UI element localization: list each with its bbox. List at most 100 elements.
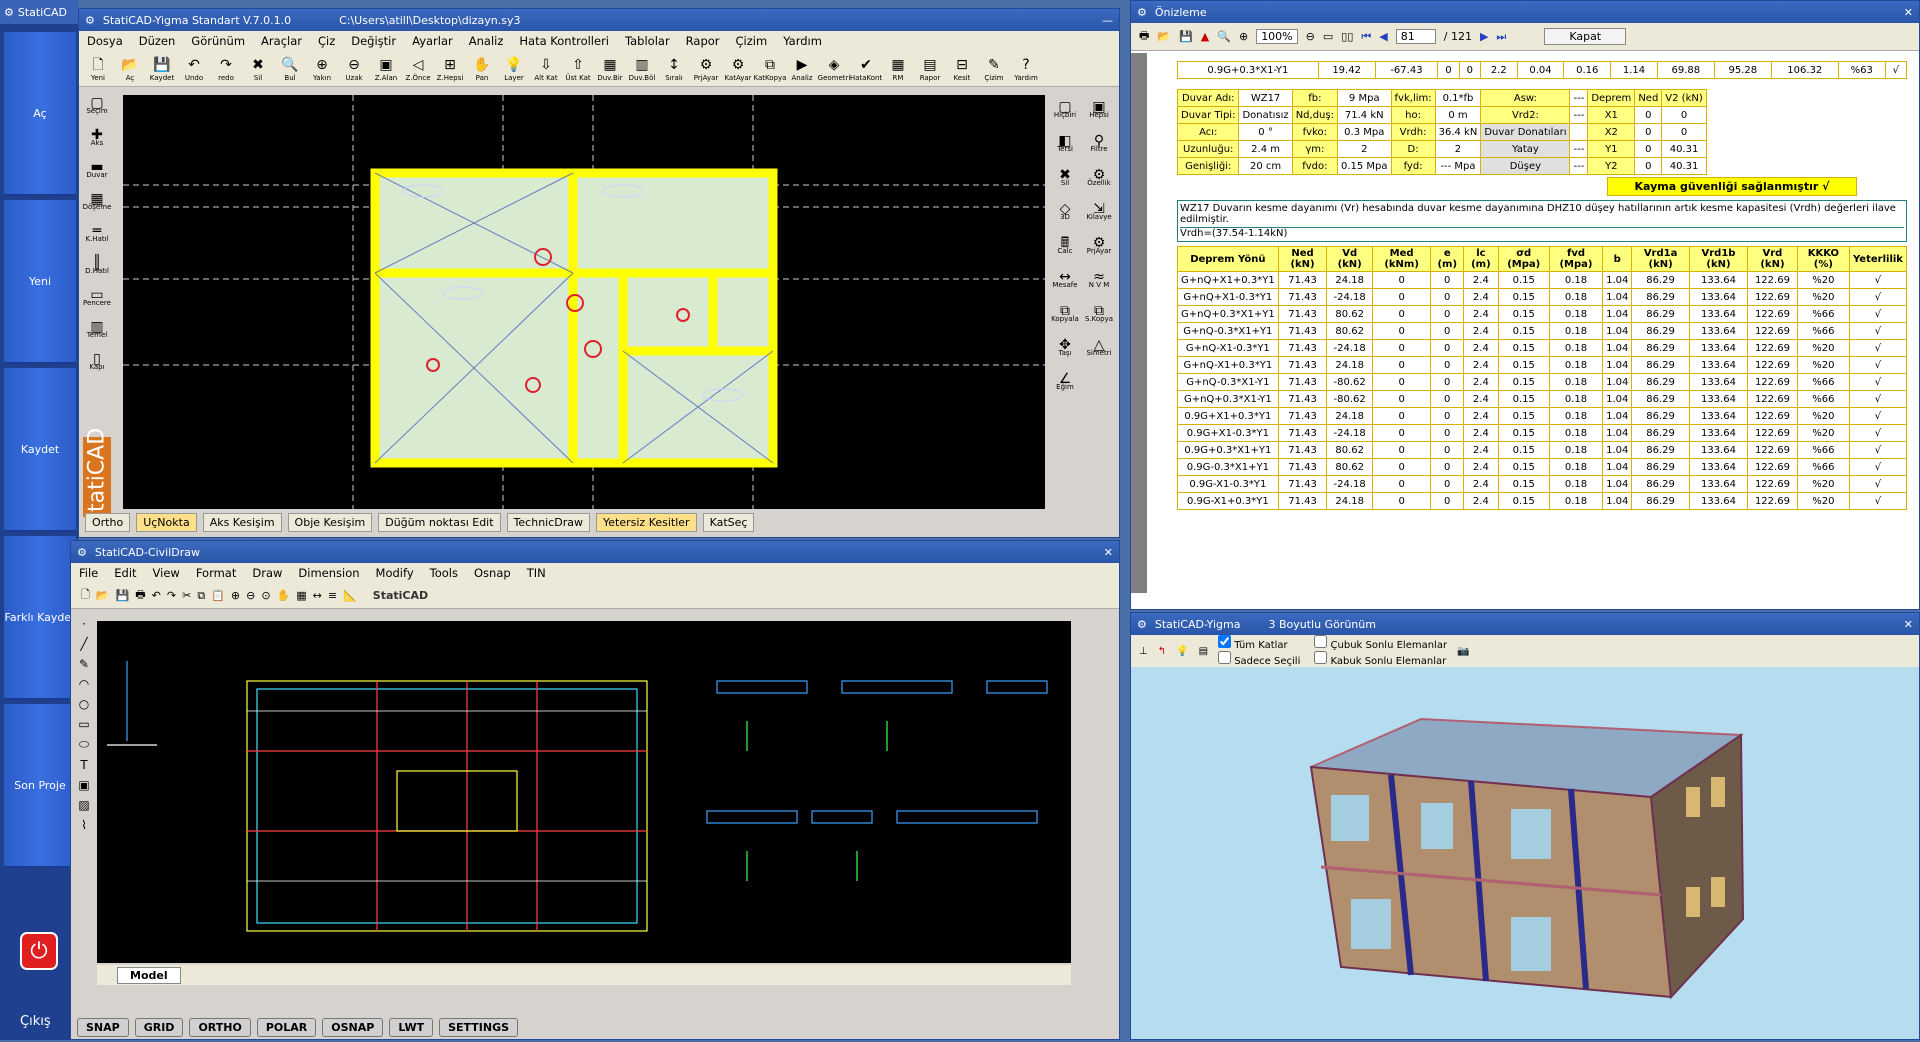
line-weight-icon[interactable]: ≡: [328, 589, 337, 602]
right-tool-14[interactable]: ✥ Taşı: [1051, 333, 1079, 365]
hatch-icon[interactable]: ▨: [78, 798, 89, 812]
circle-icon[interactable]: ○: [79, 697, 89, 711]
redo-icon[interactable]: ↷: [167, 589, 176, 602]
power-icon[interactable]: ⏻: [20, 932, 58, 970]
pan-icon[interactable]: ✋: [277, 589, 291, 602]
open-icon[interactable]: 📂: [96, 589, 110, 602]
right-tool-13[interactable]: ⧉ S.Kopya: [1085, 299, 1113, 331]
view3d-canvas[interactable]: [1131, 667, 1919, 1039]
snap-option-6[interactable]: Yetersiz Kesitler: [596, 512, 697, 532]
left-tool-2[interactable]: ▬ Duvar: [83, 155, 111, 187]
light-icon[interactable]: 💡: [1176, 646, 1188, 657]
menu-item-8[interactable]: Osnap: [474, 566, 511, 580]
zoom-out-icon[interactable]: ⊖: [246, 589, 255, 602]
toolbar-button-0[interactable]: 🗋 Yeni: [83, 56, 113, 82]
new-icon[interactable]: 🗋: [81, 586, 90, 605]
right-tool-5[interactable]: ⚙ Özellik: [1085, 163, 1113, 195]
polyline-icon[interactable]: ⌇: [81, 818, 87, 832]
right-tool-6[interactable]: ◇ 3D: [1051, 197, 1079, 229]
right-tool-8[interactable]: 🖩 Calc: [1051, 231, 1079, 263]
toolbar-button-10[interactable]: ◁ Z.Önce: [403, 56, 433, 82]
toolbar-button-19[interactable]: ⚙ PrjAyar: [691, 56, 721, 82]
status-toggle-5[interactable]: LWT: [389, 1017, 434, 1037]
toolbar-button-24[interactable]: ✔ HataKont: [850, 56, 882, 82]
close-icon[interactable]: ✕: [1104, 546, 1113, 559]
toolbar-button-17[interactable]: ▥ Duv.Böl: [627, 56, 657, 82]
recent-project-button[interactable]: Son Proje: [4, 704, 76, 868]
minimize-icon[interactable]: —: [1102, 14, 1113, 27]
rotate-icon[interactable]: ↰: [1158, 646, 1166, 657]
paste-icon[interactable]: 📋: [211, 589, 225, 602]
right-tool-16[interactable]: ∠ Eğim: [1051, 367, 1079, 399]
toolbar-button-9[interactable]: ▣ Z.Alan: [371, 56, 401, 82]
last-page-icon[interactable]: ⏭: [1496, 30, 1506, 44]
menu-item-6[interactable]: Modify: [376, 566, 414, 580]
toolbar-button-3[interactable]: ↶ Undo: [179, 56, 209, 82]
page-input[interactable]: 81: [1395, 29, 1436, 44]
menu-item-12[interactable]: Yardım: [783, 34, 822, 48]
toolbar-button-4[interactable]: ↷ redo: [211, 56, 241, 82]
dimension-icon[interactable]: ↔: [313, 589, 322, 602]
two-page-icon[interactable]: ▯▯: [1341, 30, 1353, 43]
menu-item-10[interactable]: Rapor: [686, 34, 720, 48]
left-tool-4[interactable]: ═ K.Hatıl: [83, 219, 111, 251]
floors-icon[interactable]: ▤: [1199, 646, 1208, 657]
left-tool-1[interactable]: ✚ Aks: [83, 123, 111, 155]
menu-item-0[interactable]: File: [79, 566, 98, 580]
right-tool-4[interactable]: ✖ Sil: [1051, 163, 1079, 195]
page-view-icon[interactable]: ▭: [1323, 30, 1333, 43]
bar-elements-checkbox[interactable]: Çubuk Sonlu Elemanlar: [1314, 635, 1447, 651]
status-toggle-0[interactable]: SNAP: [77, 1017, 129, 1037]
new-button[interactable]: Yeni: [4, 200, 76, 364]
right-tool-10[interactable]: ↔ Mesafe: [1051, 265, 1079, 297]
arc-icon[interactable]: ◠: [79, 677, 89, 691]
toolbar-button-7[interactable]: ⊕ Yakın: [307, 56, 337, 82]
left-tool-8[interactable]: ▯ Kapı: [83, 347, 111, 379]
find-icon[interactable]: 🔍: [1217, 30, 1231, 43]
civildraw-canvas[interactable]: [97, 621, 1071, 963]
menu-item-1[interactable]: Düzen: [139, 34, 176, 48]
menu-item-0[interactable]: Dosya: [87, 34, 123, 48]
first-page-icon[interactable]: ⏮: [1361, 30, 1371, 44]
menu-item-5[interactable]: Değiştir: [351, 34, 396, 48]
right-tool-15[interactable]: △ Simetri: [1085, 333, 1113, 365]
close-icon[interactable]: ✕: [1904, 618, 1913, 631]
zoom-out-icon[interactable]: ⊖: [1306, 30, 1315, 43]
menu-item-7[interactable]: Tools: [430, 566, 458, 580]
zoom-window-icon[interactable]: ⊙: [261, 589, 270, 602]
save-icon[interactable]: 💾: [1179, 30, 1193, 43]
snap-option-0[interactable]: Ortho: [85, 512, 131, 532]
toolbar-button-26[interactable]: ▤ Rapor: [915, 56, 945, 82]
right-tool-12[interactable]: ⧉ Kopyala: [1051, 299, 1079, 331]
menu-item-9[interactable]: Tablolar: [625, 34, 670, 48]
right-tool-9[interactable]: ⚙ PrjAyar: [1085, 231, 1113, 263]
camera-icon[interactable]: 📷: [1457, 646, 1469, 657]
menu-item-1[interactable]: Edit: [114, 566, 136, 580]
toolbar-button-16[interactable]: ▦ Duv.Bir: [595, 56, 625, 82]
ellipse-icon[interactable]: ⬭: [79, 737, 89, 752]
line-icon[interactable]: ╱: [80, 637, 87, 651]
left-tool-6[interactable]: ▭ Pencere: [83, 283, 111, 315]
cut-icon[interactable]: ✂: [182, 589, 191, 602]
zoom-in-icon[interactable]: ⊕: [1239, 30, 1248, 43]
toolbar-button-13[interactable]: 💡 Layer: [499, 56, 529, 82]
status-toggle-2[interactable]: ORTHO: [189, 1017, 251, 1037]
menu-item-6[interactable]: Ayarlar: [412, 34, 453, 48]
menu-item-2[interactable]: Görünüm: [191, 34, 245, 48]
toolbar-button-27[interactable]: ⊟ Kesit: [947, 56, 977, 82]
snap-option-7[interactable]: KatSeç: [702, 512, 755, 532]
toolbar-button-20[interactable]: ⚙ KatAyar: [723, 56, 753, 82]
menu-item-11[interactable]: Çizim: [736, 34, 768, 48]
snap-option-1[interactable]: UçNokta: [136, 512, 197, 532]
right-tool-0[interactable]: ▢ Hiçbiri: [1051, 95, 1079, 127]
toolbar-button-8[interactable]: ⊖ Uzak: [339, 56, 369, 82]
selected-only-checkbox[interactable]: Sadece Seçili: [1218, 651, 1300, 667]
toolbar-button-14[interactable]: ⇩ Alt Kat: [531, 56, 561, 82]
toolbar-button-5[interactable]: ✖ Sil: [243, 56, 273, 82]
right-tool-2[interactable]: ◧ Tersi: [1051, 129, 1079, 161]
right-tool-3[interactable]: ⚲ Filtre: [1085, 129, 1113, 161]
left-tool-3[interactable]: ▦ Döşeme: [83, 187, 112, 219]
menu-item-4[interactable]: Çiz: [318, 34, 335, 48]
measure-icon[interactable]: 📐: [343, 589, 357, 602]
left-tool-7[interactable]: ▥ Temel: [83, 315, 111, 347]
